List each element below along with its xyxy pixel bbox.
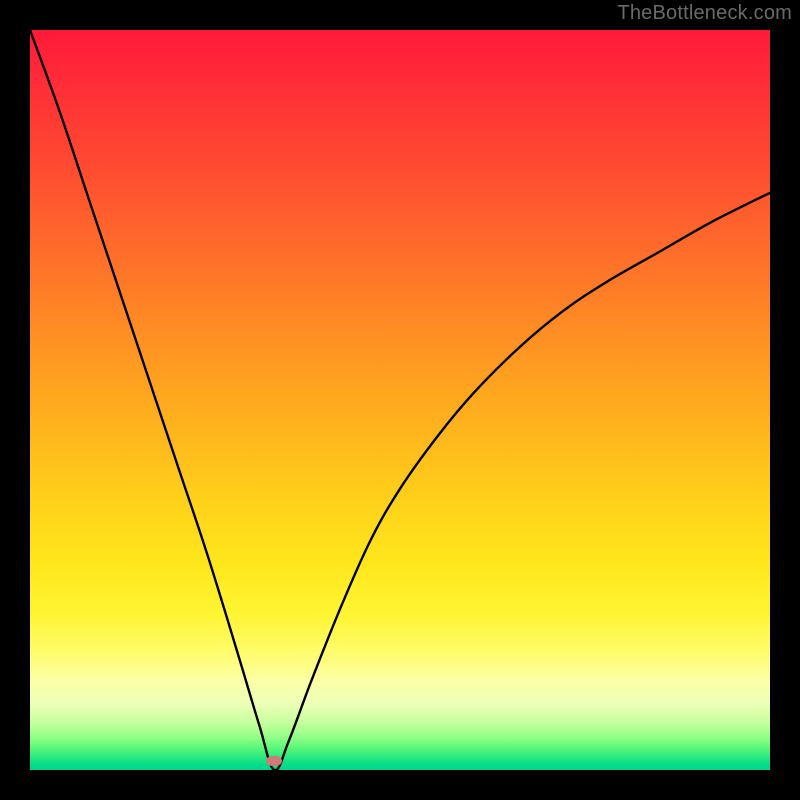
plot-area — [30, 30, 770, 770]
chart-frame: TheBottleneck.com — [0, 0, 800, 800]
optimal-marker — [266, 756, 282, 766]
watermark-text: TheBottleneck.com — [617, 2, 792, 25]
bottleneck-curve — [30, 30, 770, 770]
